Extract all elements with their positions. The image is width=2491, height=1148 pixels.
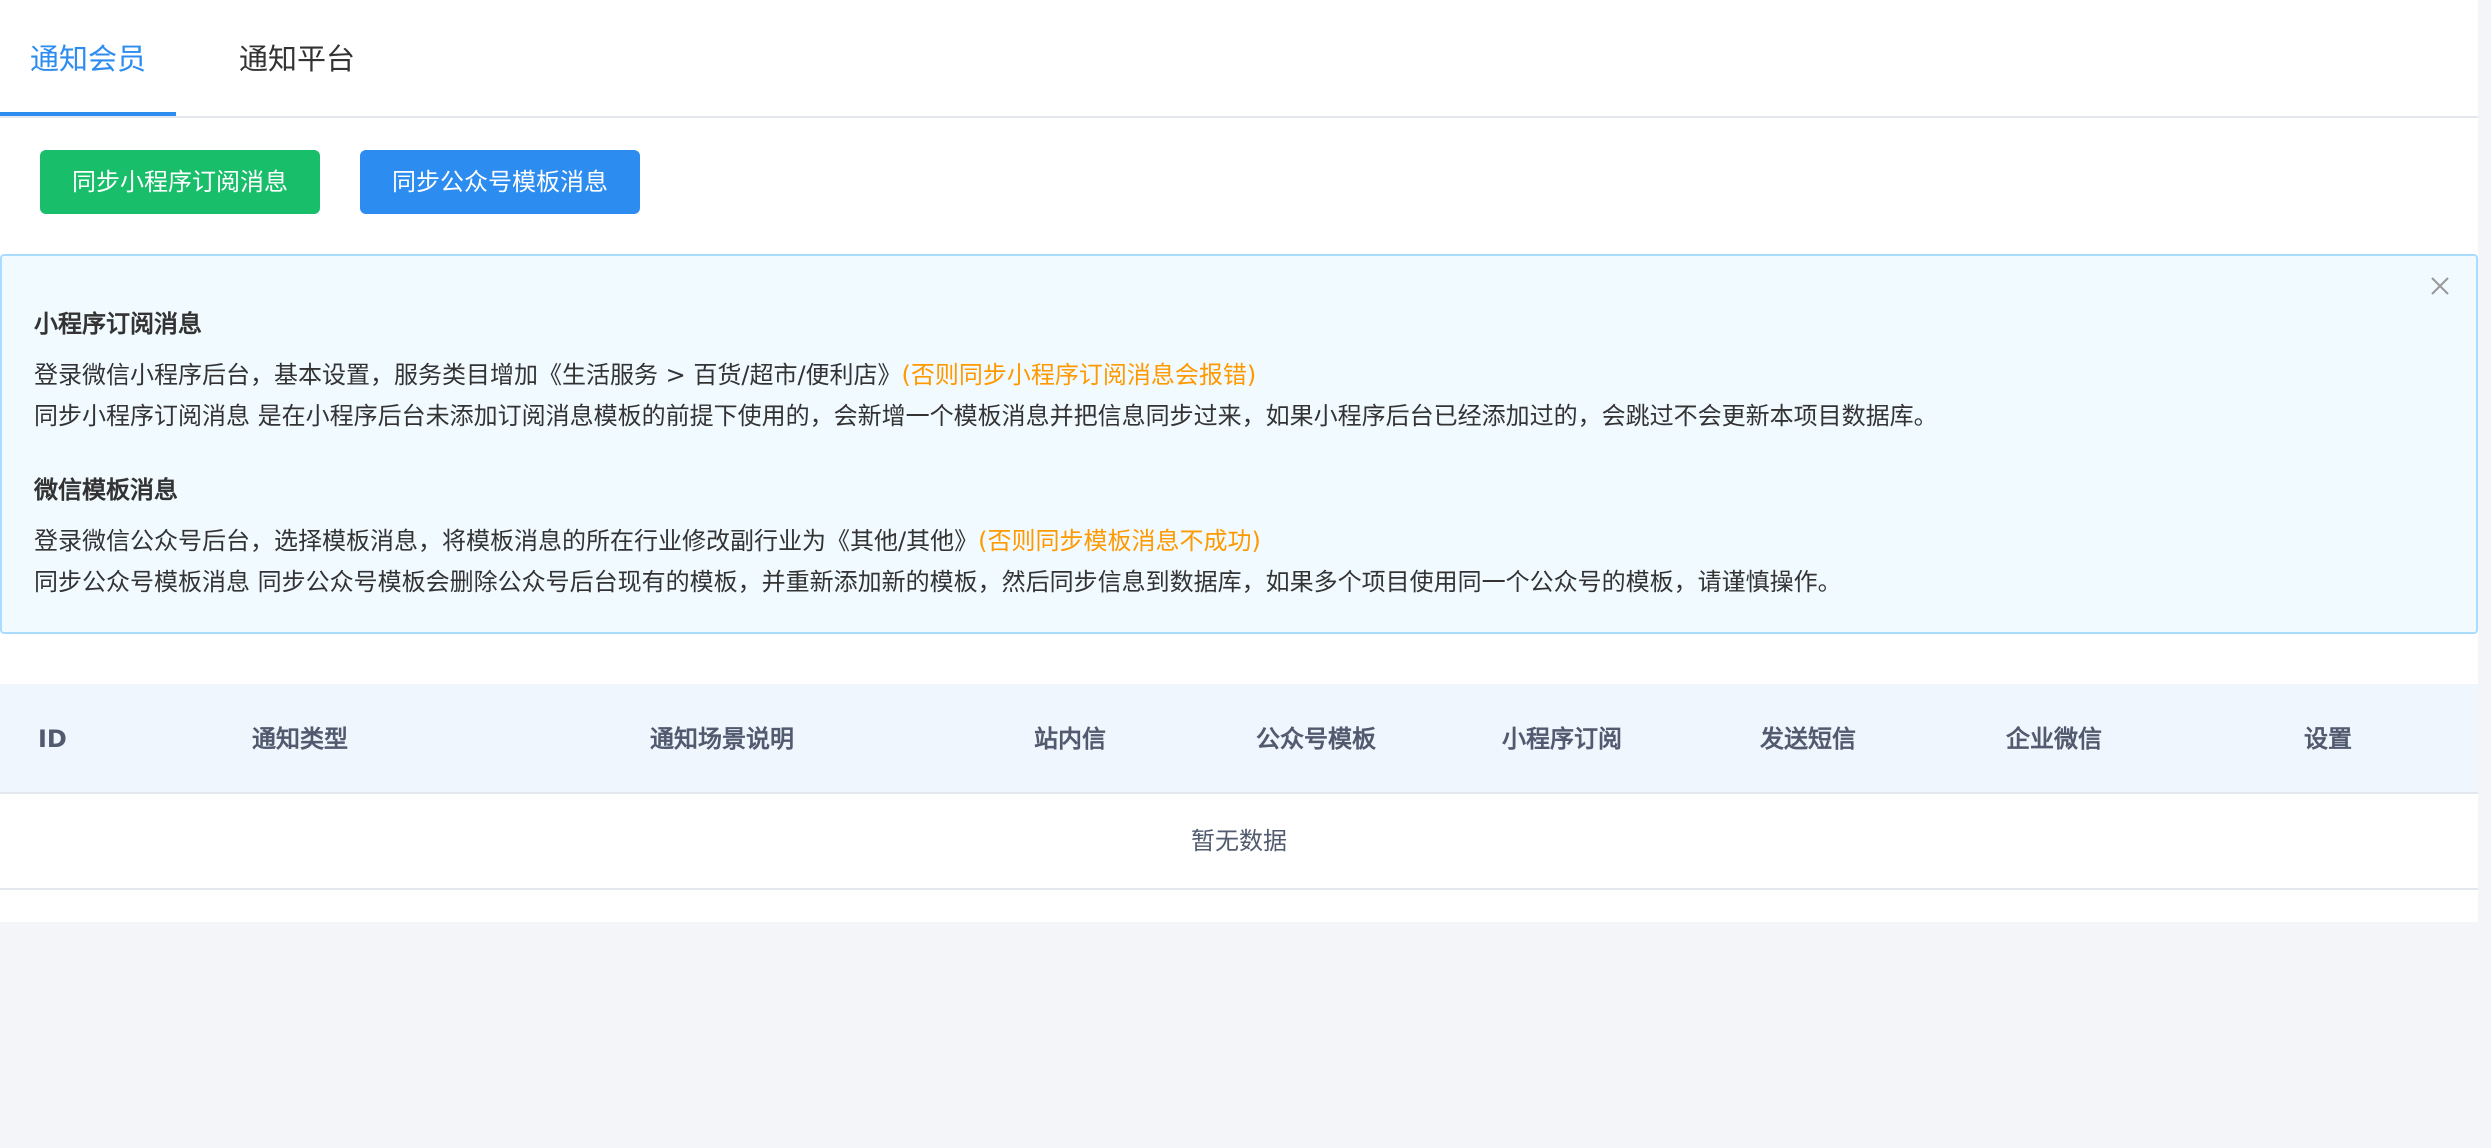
sync-miniprogram-subscribe-button[interactable]: 同步小程序订阅消息 <box>40 150 320 214</box>
column-header-miniprogram-subscribe[interactable]: 小程序订阅 <box>1502 684 1622 794</box>
active-tab-indicator <box>0 112 176 116</box>
column-header-official-template[interactable]: 公众号模板 <box>1256 684 1376 794</box>
alert-miniprogram-description: 同步小程序订阅消息 是在小程序后台未添加订阅消息模板的前提下使用的，会新增一个模… <box>34 402 1938 430</box>
alert-miniprogram-instruction: 登录微信小程序后台，基本设置，服务类目增加《生活服务 > 百货/超市/便利店》(… <box>34 355 1256 390</box>
alert-wechat-template-warning: (否则同步模板消息不成功) <box>978 527 1261 555</box>
alert-wechat-template-description: 同步公众号模板消息 同步公众号模板会删除公众号后台现有的模板，并重新添加新的模板… <box>34 568 1842 596</box>
column-header-scene-description[interactable]: 通知场景说明 <box>650 684 794 794</box>
tab-bar: 通知会员 通知平台 <box>0 0 2478 118</box>
column-header-notify-type[interactable]: 通知类型 <box>252 684 348 794</box>
alert-wechat-template-instruction: 登录微信公众号后台，选择模板消息，将模板消息的所在行业修改副行业为《其他/其他》… <box>34 521 1261 556</box>
alert-section-title-miniprogram: 小程序订阅消息 <box>34 310 202 338</box>
alert-wechat-template-instruction-text: 登录微信公众号后台，选择模板消息，将模板消息的所在行业修改副行业为《其他/其他》 <box>34 527 979 555</box>
tab-notify-member[interactable]: 通知会员 <box>0 0 176 118</box>
close-icon[interactable] <box>2424 270 2456 302</box>
column-header-site-message[interactable]: 站内信 <box>1034 684 1106 794</box>
column-header-enterprise-wechat[interactable]: 企业微信 <box>2006 684 2102 794</box>
column-header-settings[interactable]: 设置 <box>2304 684 2352 794</box>
alert-section-title-wechat-template: 微信模板消息 <box>34 476 178 504</box>
sync-official-template-button[interactable]: 同步公众号模板消息 <box>360 150 640 214</box>
alert-miniprogram-warning: (否则同步小程序订阅消息会报错) <box>901 361 1257 389</box>
table-header <box>0 684 2478 794</box>
table-empty-state: 暂无数据 <box>0 794 2478 890</box>
column-header-send-sms[interactable]: 发送短信 <box>1760 684 1856 794</box>
column-header-id[interactable]: ID <box>38 684 67 794</box>
alert-miniprogram-instruction-text: 登录微信小程序后台，基本设置，服务类目增加《生活服务 > 百货/超市/便利店》 <box>34 361 902 389</box>
tab-notify-platform[interactable]: 通知平台 <box>239 0 355 118</box>
